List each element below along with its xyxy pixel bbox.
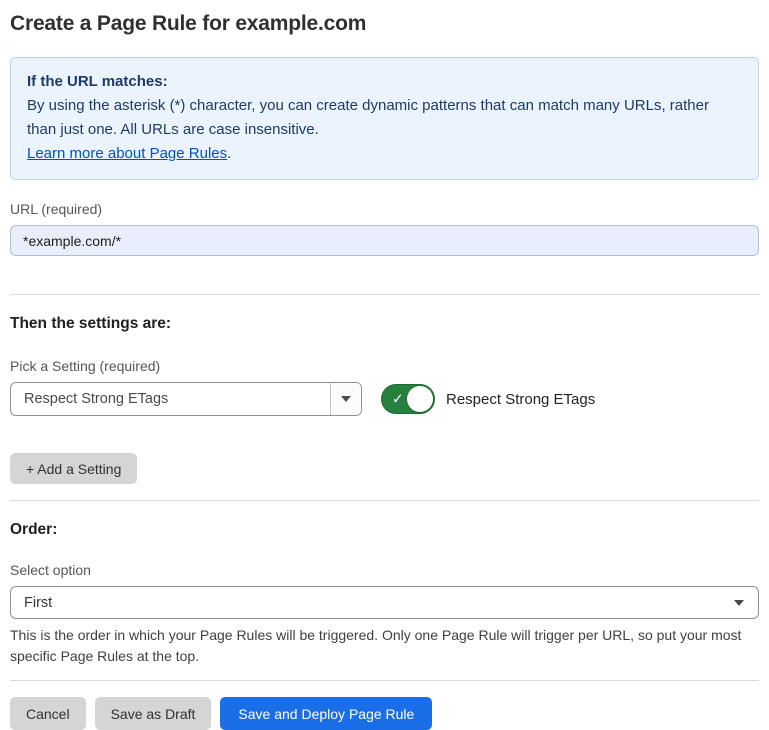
info-banner: If the URL matches: By using the asteris…: [10, 57, 759, 180]
learn-more-link[interactable]: Learn more about Page Rules: [27, 145, 227, 162]
toggle-knob: [407, 386, 433, 412]
url-label: URL (required): [10, 201, 759, 218]
cancel-button[interactable]: Cancel: [10, 697, 86, 730]
chevron-down-icon: [734, 587, 758, 618]
link-period: .: [227, 145, 231, 162]
order-heading: Order:: [10, 520, 759, 539]
setting-select-value: Respect Strong ETags: [11, 383, 330, 415]
check-icon: ✓: [392, 392, 404, 406]
info-banner-heading: If the URL matches:: [27, 70, 742, 94]
save-draft-button[interactable]: Save as Draft: [95, 697, 212, 730]
order-select-value: First: [11, 587, 734, 618]
toggle-label: Respect Strong ETags: [446, 391, 595, 408]
setting-select-label: Pick a Setting (required): [10, 358, 759, 375]
order-select[interactable]: First: [10, 586, 759, 619]
etags-toggle[interactable]: ✓: [381, 384, 435, 414]
page-rule-form: Create a Page Rule for example.com If th…: [0, 11, 769, 730]
info-banner-link-line: Learn more about Page Rules.: [27, 142, 742, 166]
setting-row: Respect Strong ETags ✓ Respect Strong ET…: [10, 382, 759, 416]
page-title: Create a Page Rule for example.com: [10, 11, 759, 36]
url-input[interactable]: [10, 225, 759, 256]
footer-actions: Cancel Save as Draft Save and Deploy Pag…: [10, 697, 759, 730]
order-select-label: Select option: [10, 562, 759, 579]
save-deploy-button[interactable]: Save and Deploy Page Rule: [220, 697, 432, 730]
setting-select[interactable]: Respect Strong ETags: [10, 382, 362, 416]
info-banner-body: By using the asterisk (*) character, you…: [27, 94, 742, 142]
settings-heading: Then the settings are:: [10, 314, 759, 333]
divider: [10, 500, 759, 501]
chevron-down-icon: [330, 383, 361, 415]
divider: [10, 680, 759, 681]
order-help-text: This is the order in which your Page Rul…: [10, 625, 755, 667]
divider: [10, 294, 759, 295]
add-setting-button[interactable]: + Add a Setting: [10, 453, 137, 484]
